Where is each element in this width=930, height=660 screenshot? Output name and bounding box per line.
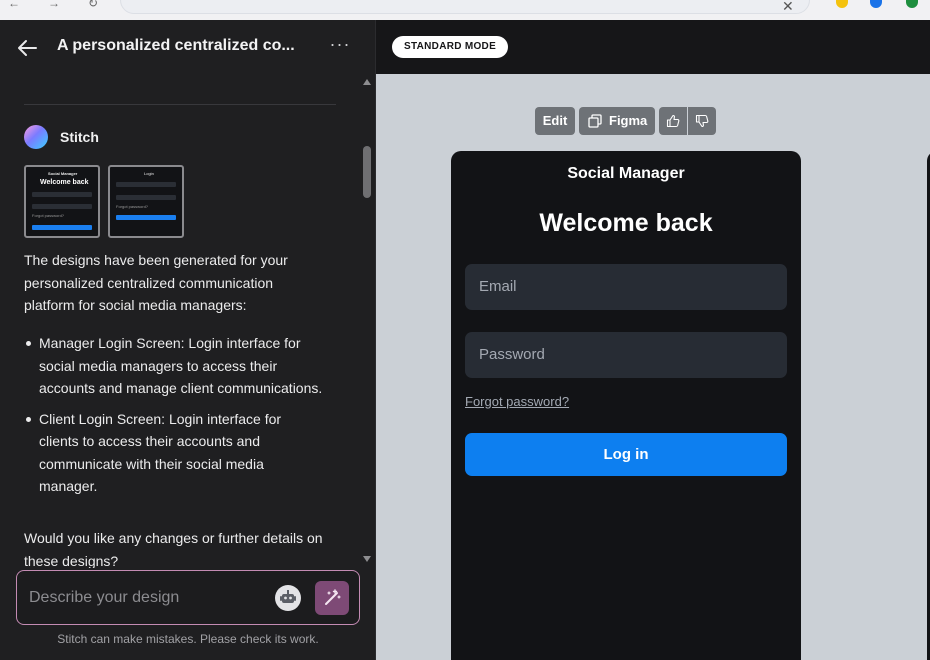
disclaimer: Stitch can make mistakes. Please check i… [57, 632, 319, 646]
scroll-down-icon[interactable] [363, 556, 371, 562]
composer [16, 570, 360, 625]
forgot-password-link[interactable]: Forgot password? [465, 394, 569, 409]
arrow-left-icon [18, 40, 37, 56]
figma-label: Figma [609, 113, 648, 128]
browser-forward-icon[interactable]: → [48, 0, 60, 10]
describe-design-input[interactable] [29, 585, 269, 611]
thumb-header: Social Manager [48, 171, 78, 176]
bot-name: Stitch [60, 129, 99, 145]
magic-wand-icon [325, 589, 341, 605]
back-button[interactable] [14, 34, 42, 62]
copy-icon [588, 114, 602, 128]
app-name: Social Manager [567, 165, 685, 182]
thumbs-down-icon [695, 114, 709, 128]
more-options-button[interactable]: ··· [327, 34, 353, 60]
screen-preview-manager-login[interactable]: Social Manager Welcome back Email Passwo… [451, 151, 801, 660]
thumbs-down-button[interactable] [688, 107, 716, 135]
mode-toggle[interactable]: STANDARD MODE [392, 36, 509, 58]
thumbs-up-button[interactable] [659, 107, 687, 135]
design-canvas[interactable]: STANDARD MODE Edit Figma Social Manager … [376, 20, 930, 660]
extension-icon[interactable] [906, 0, 918, 8]
welcome-heading: Welcome back [539, 209, 713, 237]
design-thumbnail-client[interactable]: Login Forgot password? [108, 165, 184, 238]
edit-button[interactable]: Edit [535, 107, 575, 135]
design-thumbnail-manager[interactable]: Social Manager Welcome back Forgot passw… [24, 165, 100, 238]
thumb-title: Login [144, 171, 154, 176]
address-bar[interactable] [120, 0, 810, 14]
robot-button[interactable] [275, 585, 301, 611]
chat-panel: A personalized centralized co... ··· Sti… [0, 20, 376, 660]
close-icon[interactable]: ✕ [782, 0, 794, 15]
email-field[interactable]: Email [465, 264, 787, 310]
login-button[interactable]: Log in [465, 433, 787, 476]
browser-reload-icon[interactable]: ↻ [88, 0, 98, 10]
browser-back-icon[interactable]: ← [8, 0, 20, 10]
list-item: Manager Login Screen: Login interface fo… [24, 332, 324, 400]
thumbs-up-icon [666, 114, 680, 128]
stitch-avatar [24, 125, 48, 149]
chat-header: A personalized centralized co... ··· [0, 20, 376, 74]
extension-icon[interactable] [836, 0, 848, 8]
robot-icon [280, 590, 296, 603]
canvas-header: STANDARD MODE [376, 20, 930, 74]
scroll-thumb[interactable] [363, 146, 371, 198]
thumb-link: Forgot password? [32, 213, 65, 218]
chat-scrollbar[interactable] [360, 74, 374, 568]
password-field[interactable]: Password [465, 332, 787, 378]
extension-icon[interactable] [870, 0, 882, 8]
thumb-title: Welcome back [40, 179, 89, 186]
project-title: A personalized centralized co... [57, 37, 295, 54]
list-item: Client Login Screen: Login interface for… [24, 408, 324, 498]
divider [24, 104, 336, 105]
thumb-link: Forgot password? [116, 204, 149, 209]
message-bullets: Manager Login Screen: Login interface fo… [24, 332, 324, 506]
figma-button[interactable]: Figma [579, 107, 655, 135]
browser-chrome: ← → ↻ ✕ [0, 0, 930, 20]
generate-button[interactable] [315, 581, 349, 615]
message-question: Would you like any changes or further de… [24, 530, 323, 568]
message-intro: The designs have been generated for your… [24, 252, 288, 313]
chat-messages: Stitch Social Manager Welcome back Forgo… [0, 74, 376, 568]
scroll-up-icon[interactable] [363, 79, 371, 85]
